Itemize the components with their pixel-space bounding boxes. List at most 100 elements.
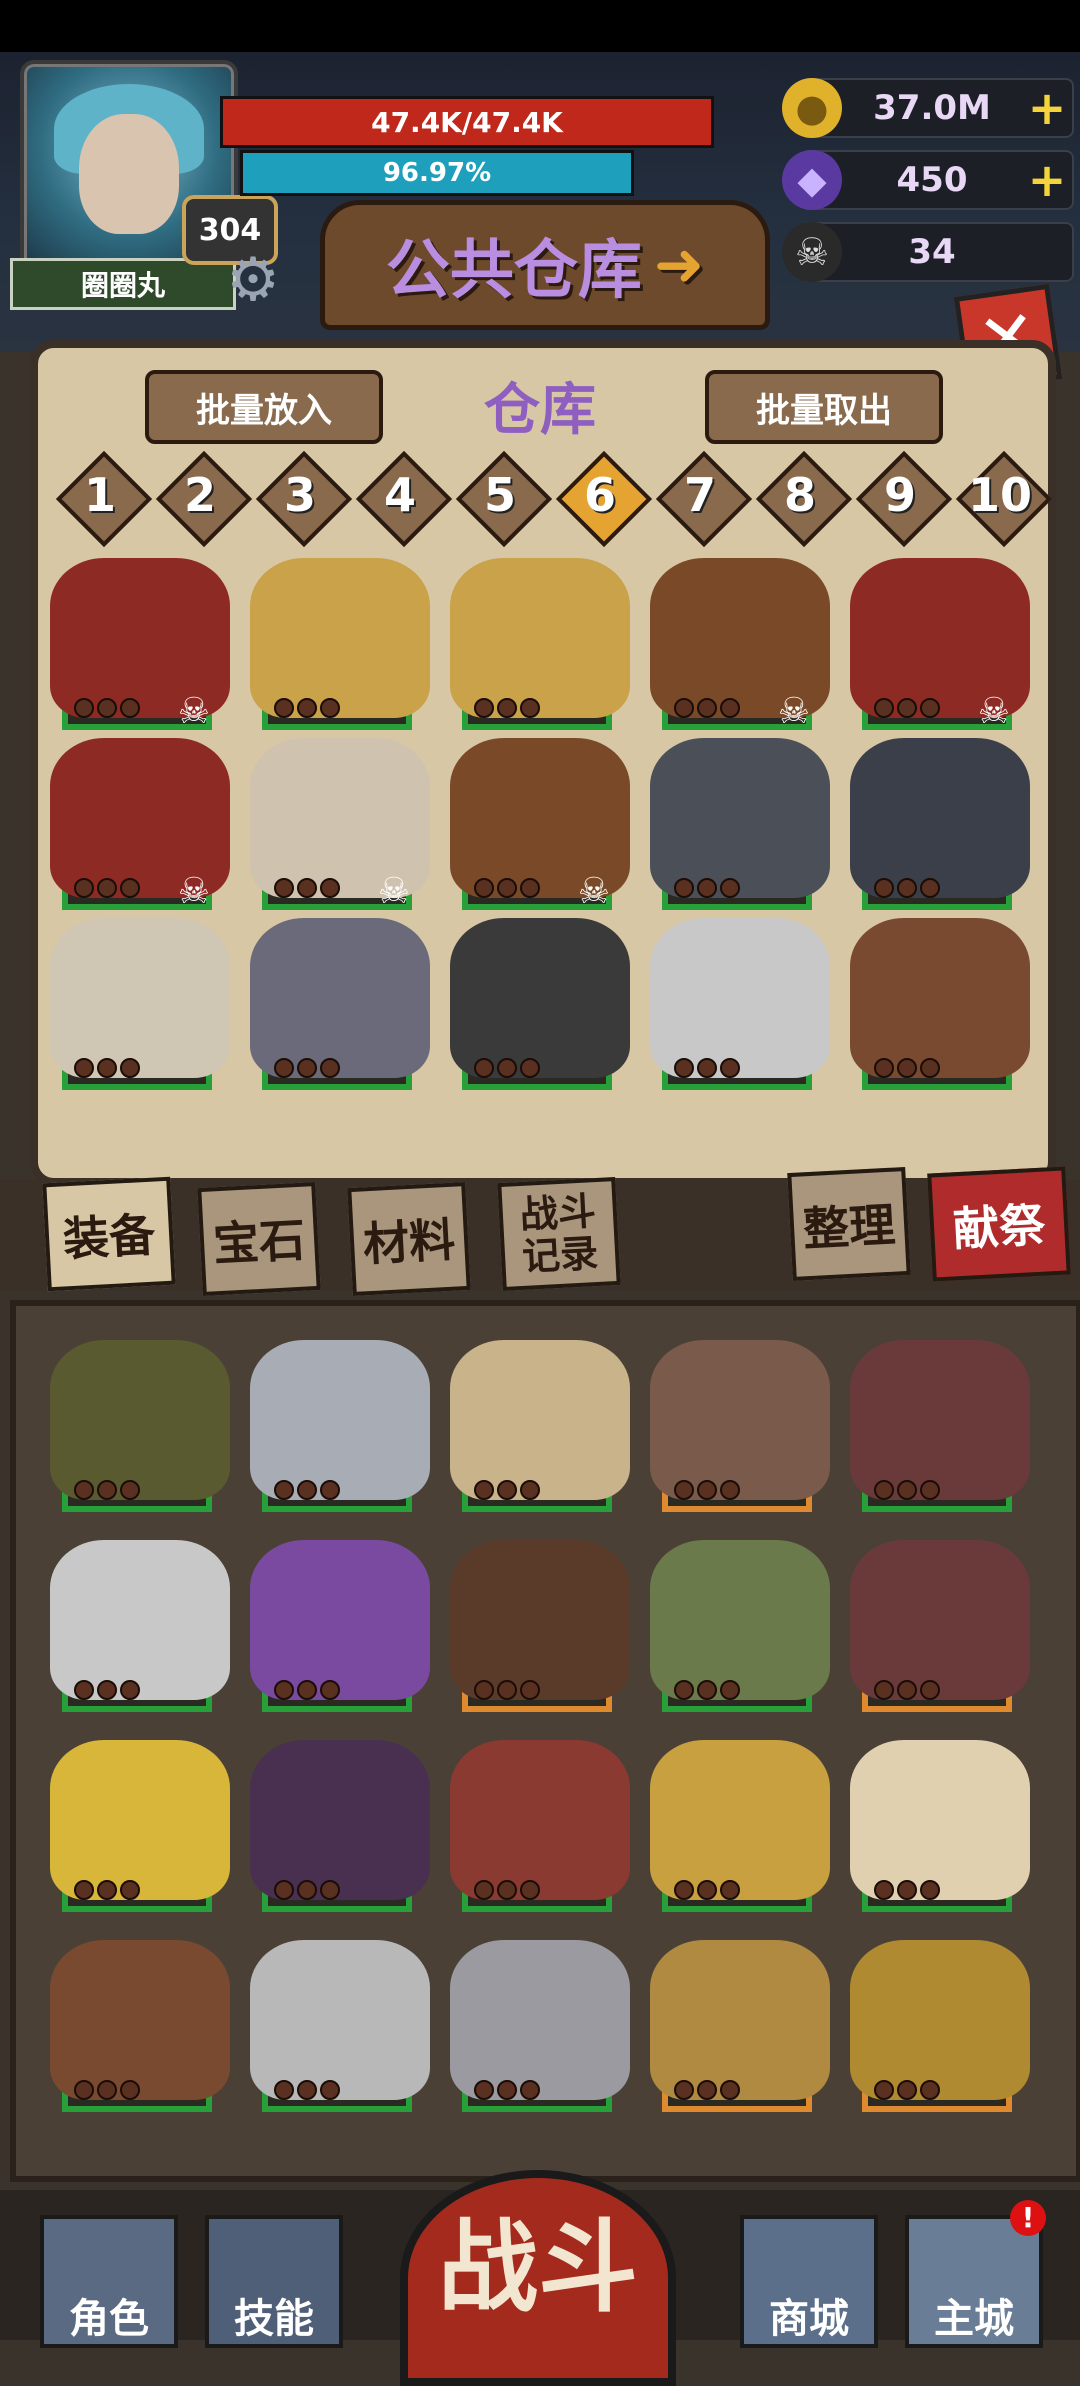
item-slot[interactable]: ☠ bbox=[250, 738, 430, 912]
item-icon bbox=[850, 738, 1030, 898]
item-slot[interactable] bbox=[450, 558, 630, 730]
page-1-label[interactable]: 1 bbox=[60, 455, 140, 535]
item-socket-dots bbox=[474, 2080, 540, 2100]
page-2-label[interactable]: 2 bbox=[160, 455, 240, 535]
item-slot[interactable] bbox=[850, 1340, 1030, 1512]
exit-arrow-icon: ➜ bbox=[653, 230, 705, 300]
item-socket-dots bbox=[274, 1880, 340, 1900]
item-slot[interactable]: ☠ bbox=[50, 558, 230, 732]
item-slot[interactable]: ☠ bbox=[850, 558, 1030, 732]
skull-counter: ☠ 34 + bbox=[782, 222, 1074, 282]
item-slot[interactable] bbox=[450, 918, 630, 1090]
item-slot[interactable] bbox=[450, 1540, 630, 1712]
item-icon bbox=[50, 1340, 230, 1500]
add-gold-button[interactable]: + bbox=[1022, 81, 1072, 135]
item-slot[interactable] bbox=[650, 1940, 830, 2112]
page-9-label[interactable]: 9 bbox=[860, 455, 940, 535]
item-icon bbox=[250, 1340, 430, 1500]
item-slot[interactable] bbox=[50, 1340, 230, 1512]
item-socket-dots bbox=[874, 1480, 940, 1500]
tab-materials[interactable]: 材料 bbox=[347, 1181, 471, 1297]
item-slot[interactable] bbox=[250, 558, 430, 730]
item-slot[interactable] bbox=[250, 1340, 430, 1512]
item-slot[interactable] bbox=[250, 1540, 430, 1712]
item-socket-dots bbox=[74, 2080, 140, 2100]
item-slot[interactable] bbox=[650, 1540, 830, 1712]
item-socket-dots bbox=[274, 698, 340, 718]
nav-shop[interactable]: 商城 bbox=[740, 2215, 878, 2348]
item-icon bbox=[650, 1940, 830, 2100]
item-slot[interactable] bbox=[850, 1740, 1030, 1912]
add-crystal-button[interactable]: + bbox=[1022, 153, 1072, 207]
settings-gear-icon[interactable]: ⚙ bbox=[218, 245, 288, 315]
item-socket-dots bbox=[74, 878, 140, 898]
bulk-take-button[interactable]: 批量取出 bbox=[705, 370, 943, 444]
item-slot[interactable]: ☠ bbox=[450, 738, 630, 912]
page-10-label[interactable]: 10 bbox=[960, 455, 1040, 535]
skull-badge-icon: ☠ bbox=[177, 871, 210, 912]
item-slot[interactable] bbox=[850, 738, 1030, 910]
item-socket-dots bbox=[674, 878, 740, 898]
page-3-label[interactable]: 3 bbox=[260, 455, 340, 535]
item-socket-dots bbox=[74, 1058, 140, 1078]
item-slot[interactable] bbox=[650, 1740, 830, 1912]
item-slot[interactable] bbox=[650, 738, 830, 910]
item-slot[interactable] bbox=[50, 918, 230, 1090]
page-8-label[interactable]: 8 bbox=[760, 455, 840, 535]
tab-equipment[interactable]: 装备 bbox=[42, 1176, 176, 1292]
page-6-label[interactable]: 6 bbox=[560, 455, 640, 535]
item-socket-dots bbox=[274, 878, 340, 898]
item-socket-dots bbox=[474, 1058, 540, 1078]
item-slot[interactable] bbox=[50, 1940, 230, 2112]
item-slot[interactable] bbox=[450, 1940, 630, 2112]
item-socket-dots bbox=[474, 698, 540, 718]
page-4-label[interactable]: 4 bbox=[360, 455, 440, 535]
item-slot[interactable] bbox=[250, 918, 430, 1090]
bulk-put-button[interactable]: 批量放入 bbox=[145, 370, 383, 444]
item-socket-dots bbox=[674, 1680, 740, 1700]
item-slot[interactable]: ☠ bbox=[50, 738, 230, 912]
item-slot[interactable] bbox=[650, 1340, 830, 1512]
skull-value: 34 bbox=[908, 232, 956, 272]
item-icon bbox=[50, 918, 230, 1078]
page-7-label[interactable]: 7 bbox=[660, 455, 740, 535]
item-icon bbox=[850, 1740, 1030, 1900]
sort-button[interactable]: 整理 bbox=[787, 1166, 911, 1282]
item-slot[interactable]: ☠ bbox=[650, 558, 830, 732]
mp-bar: 96.97% bbox=[240, 150, 634, 196]
item-socket-dots bbox=[274, 1480, 340, 1500]
item-socket-dots bbox=[474, 1480, 540, 1500]
item-icon bbox=[250, 1740, 430, 1900]
item-slot[interactable] bbox=[250, 1940, 430, 2112]
item-icon bbox=[50, 1940, 230, 2100]
item-slot[interactable] bbox=[850, 918, 1030, 1090]
crystal-counter: ◆ 450 + bbox=[782, 150, 1074, 210]
item-slot[interactable] bbox=[50, 1540, 230, 1712]
item-icon bbox=[450, 558, 630, 718]
item-socket-dots bbox=[474, 1680, 540, 1700]
nav-character[interactable]: 角色 bbox=[40, 2215, 178, 2348]
fight-button[interactable]: 战斗 bbox=[400, 2170, 676, 2386]
nav-skills[interactable]: 技能 bbox=[205, 2215, 343, 2348]
item-icon bbox=[650, 738, 830, 898]
tab-battle-log[interactable]: 战斗 记录 bbox=[497, 1176, 621, 1292]
tab-gems[interactable]: 宝石 bbox=[197, 1181, 321, 1297]
item-icon bbox=[850, 918, 1030, 1078]
public-warehouse-title[interactable]: 公共仓库 ➜ bbox=[320, 200, 770, 330]
item-socket-dots bbox=[674, 1480, 740, 1500]
item-slot[interactable] bbox=[850, 1540, 1030, 1712]
item-icon bbox=[850, 1940, 1030, 2100]
item-slot[interactable] bbox=[50, 1740, 230, 1912]
item-socket-dots bbox=[674, 1058, 740, 1078]
sacrifice-button[interactable]: 献祭 bbox=[927, 1166, 1071, 1282]
crystal-icon: ◆ bbox=[782, 150, 842, 210]
page-5-label[interactable]: 5 bbox=[460, 455, 540, 535]
item-slot[interactable] bbox=[450, 1340, 630, 1512]
player-name: 圈圈丸 bbox=[10, 258, 236, 310]
item-slot[interactable] bbox=[450, 1740, 630, 1912]
item-slot[interactable] bbox=[650, 918, 830, 1090]
item-slot[interactable] bbox=[850, 1940, 1030, 2112]
item-socket-dots bbox=[874, 878, 940, 898]
item-slot[interactable] bbox=[250, 1740, 430, 1912]
item-icon bbox=[450, 1740, 630, 1900]
